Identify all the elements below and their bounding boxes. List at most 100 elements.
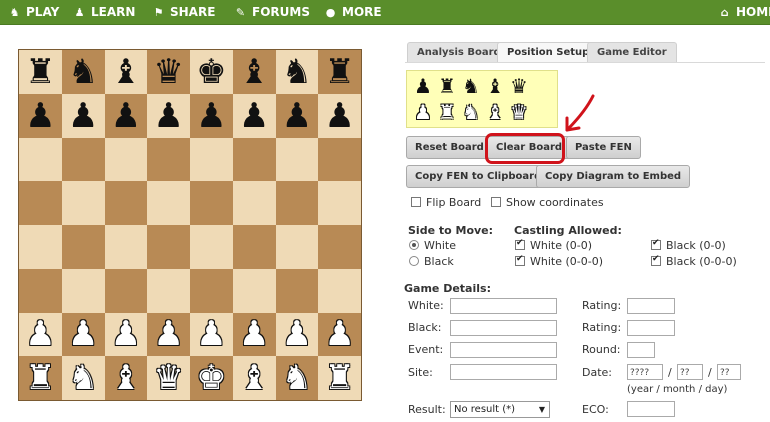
square-f5[interactable]	[232, 181, 276, 225]
black-queen-icon[interactable]: ♛	[507, 73, 531, 99]
black-pawn-icon[interactable]: ♟	[324, 99, 354, 133]
square-g1[interactable]: ♞	[275, 356, 319, 400]
square-d4[interactable]	[147, 225, 190, 269]
white-bishop-icon[interactable]: ♝	[239, 361, 269, 395]
event-input[interactable]	[450, 342, 557, 358]
square-a6[interactable]	[19, 137, 62, 182]
black-pawn-icon[interactable]: ♟	[411, 73, 435, 99]
square-h2[interactable]: ♟	[318, 312, 361, 357]
square-b7[interactable]: ♟	[61, 93, 105, 138]
square-h7[interactable]: ♟	[318, 93, 361, 138]
white-knight-icon[interactable]: ♞	[282, 361, 312, 395]
square-e2[interactable]: ♟	[190, 312, 233, 357]
square-f3[interactable]	[232, 268, 276, 313]
black-bishop-icon[interactable]: ♝	[111, 55, 141, 89]
square-h1[interactable]: ♜	[318, 356, 361, 400]
copy-diagram-button[interactable]: Copy Diagram to Embed	[536, 165, 691, 188]
white-rook-icon[interactable]: ♜	[324, 361, 354, 395]
castle-white-long-option[interactable]: White (0-0-0)	[515, 254, 603, 268]
square-a5[interactable]	[19, 181, 62, 225]
square-f8[interactable]: ♝	[232, 50, 276, 94]
white-pawn-icon[interactable]: ♟	[196, 317, 226, 351]
side-black-option[interactable]: Black	[409, 255, 454, 268]
flip-board-checkbox[interactable]	[411, 197, 421, 207]
square-c8[interactable]: ♝	[104, 50, 148, 94]
square-a1[interactable]: ♜	[19, 356, 62, 400]
square-c1[interactable]: ♝	[104, 356, 148, 400]
square-h4[interactable]	[318, 225, 361, 269]
castle-black-short-option[interactable]: Black (0-0)	[651, 238, 726, 252]
white-pawn-icon[interactable]: ♟	[68, 317, 98, 351]
square-e6[interactable]	[190, 137, 233, 182]
white-rating-input[interactable]	[627, 298, 675, 314]
square-e8[interactable]: ♚	[190, 50, 233, 94]
square-a7[interactable]: ♟	[19, 93, 62, 138]
white-knight-icon[interactable]: ♞	[68, 361, 98, 395]
square-c3[interactable]	[104, 268, 148, 313]
white-rook-icon[interactable]: ♜	[25, 361, 55, 395]
date-year-input[interactable]: ????	[627, 364, 663, 380]
square-c2[interactable]: ♟	[104, 312, 148, 357]
square-d5[interactable]	[147, 181, 190, 225]
square-b3[interactable]	[61, 268, 105, 313]
date-month-input[interactable]: ??	[677, 364, 703, 380]
square-h8[interactable]: ♜	[318, 50, 361, 94]
tab-game-editor[interactable]: Game Editor	[587, 42, 677, 63]
square-b2[interactable]: ♟	[61, 312, 105, 357]
square-c7[interactable]: ♟	[104, 93, 148, 138]
eco-input[interactable]	[627, 401, 675, 417]
square-c6[interactable]	[104, 137, 148, 182]
square-e4[interactable]	[190, 225, 233, 269]
square-b8[interactable]: ♞	[61, 50, 105, 94]
show-coordinates-checkbox[interactable]	[491, 197, 501, 207]
white-pawn-icon[interactable]: ♟	[324, 317, 354, 351]
copy-fen-button[interactable]: Copy FEN to Clipboard	[406, 165, 551, 188]
square-f2[interactable]: ♟	[232, 312, 276, 357]
side-white-radio[interactable]	[409, 240, 419, 250]
black-queen-icon[interactable]: ♛	[153, 55, 183, 89]
square-a2[interactable]: ♟	[19, 312, 62, 357]
square-h6[interactable]	[318, 137, 361, 182]
reset-board-button[interactable]: Reset Board	[406, 136, 493, 159]
square-e3[interactable]	[190, 268, 233, 313]
black-king-icon[interactable]: ♚	[196, 55, 226, 89]
square-b5[interactable]	[61, 181, 105, 225]
black-knight-icon[interactable]: ♞	[459, 73, 483, 99]
black-player-input[interactable]	[450, 320, 557, 336]
tab-analysis-board[interactable]: Analysis Board	[407, 42, 511, 63]
square-h3[interactable]	[318, 268, 361, 313]
square-h5[interactable]	[318, 181, 361, 225]
side-black-radio[interactable]	[409, 256, 419, 266]
square-e1[interactable]: ♚	[190, 356, 233, 400]
castle-white-short-option[interactable]: White (0-0)	[515, 238, 592, 252]
square-d7[interactable]: ♟	[147, 93, 190, 138]
white-pawn-icon[interactable]: ♟	[282, 317, 312, 351]
square-b4[interactable]	[61, 225, 105, 269]
white-knight-icon[interactable]: ♞	[459, 99, 483, 125]
black-knight-icon[interactable]: ♞	[282, 55, 312, 89]
square-a4[interactable]	[19, 225, 62, 269]
square-f4[interactable]	[232, 225, 276, 269]
result-select[interactable]: No result (*) ▼	[450, 401, 550, 418]
square-b6[interactable]	[61, 137, 105, 182]
white-pawn-icon[interactable]: ♟	[25, 317, 55, 351]
square-g5[interactable]	[275, 181, 319, 225]
black-knight-icon[interactable]: ♞	[68, 55, 98, 89]
white-queen-icon[interactable]: ♛	[507, 99, 531, 125]
square-d3[interactable]	[147, 268, 190, 313]
white-king-icon[interactable]: ♚	[196, 361, 226, 395]
square-f1[interactable]: ♝	[232, 356, 276, 400]
black-rating-input[interactable]	[627, 320, 675, 336]
square-g8[interactable]: ♞	[275, 50, 319, 94]
site-input[interactable]	[450, 364, 557, 380]
black-pawn-icon[interactable]: ♟	[25, 99, 55, 133]
black-bishop-icon[interactable]: ♝	[239, 55, 269, 89]
castle-white-short-checkbox[interactable]	[515, 238, 525, 250]
side-white-option[interactable]: White	[409, 239, 456, 252]
nav-home[interactable]: ⌂ HOME	[718, 0, 770, 24]
square-g6[interactable]	[275, 137, 319, 182]
square-g4[interactable]	[275, 225, 319, 269]
castle-black-long-checkbox[interactable]	[651, 254, 661, 266]
white-pawn-icon[interactable]: ♟	[411, 99, 435, 125]
white-rook-icon[interactable]: ♜	[435, 99, 459, 125]
